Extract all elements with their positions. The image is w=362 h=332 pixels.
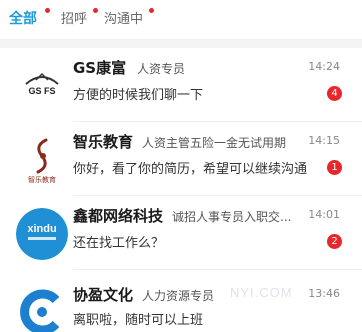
contact-role: 诚招人事专员入职交...: [172, 210, 292, 224]
tab-communicating-label: 沟通中: [104, 12, 144, 27]
svg-text:GS FS: GS FS: [28, 86, 55, 96]
svg-text:xindu: xindu: [27, 223, 56, 235]
xindu-network-logo-icon: xindu: [16, 208, 68, 260]
message-preview: 还在找工作么？: [73, 236, 165, 251]
row-divider: [73, 121, 362, 122]
svg-text:智乐教育: 智乐教育: [28, 175, 56, 184]
tab-communicating-unread-dot: [149, 8, 154, 13]
contact-company-name: 鑫都网络科技: [73, 207, 164, 225]
contact-role: 人资主管五险一金无试用期: [142, 136, 287, 150]
message-time: 13:46: [308, 287, 340, 300]
unread-count-badge: 4: [327, 86, 342, 101]
tab-greetings-unread-dot: [93, 8, 98, 13]
tab-all[interactable]: 全部: [9, 8, 50, 28]
section-gap: [0, 40, 362, 48]
message-preview: 离职啦，随时可以上班: [73, 313, 204, 328]
contact-company-name: 智乐教育: [73, 133, 134, 151]
watermark: NYI.COM: [230, 285, 293, 300]
tab-greetings-label: 招呼: [61, 12, 88, 27]
message-time: 14:24: [308, 60, 340, 73]
gs-kangfu-logo-icon: GS FS: [16, 60, 68, 112]
tab-communicating[interactable]: 沟通中: [104, 8, 154, 27]
zhile-education-logo-icon: 智乐教育: [16, 134, 68, 186]
tab-greetings[interactable]: 招呼: [61, 8, 98, 27]
unread-count-badge: 1: [327, 160, 342, 175]
contact-role: 人资专员: [137, 62, 186, 76]
row-divider: [73, 269, 362, 270]
message-preview: 你好，看了你的简历，希望可以继续沟通: [73, 162, 308, 177]
conversation-item[interactable]: xindu 鑫都网络科技 诚招人事专员入职交... 14:01 还在找工作么？ …: [0, 198, 362, 270]
contact-company-name: 协盈文化: [73, 286, 134, 304]
message-time: 14:01: [308, 208, 340, 221]
conversation-tab-bar: 全部 招呼 沟通中: [0, 0, 362, 40]
contact-company-name: GS康富: [73, 59, 127, 77]
row-divider: [73, 195, 362, 196]
contact-role: 人力资源专员: [142, 289, 215, 303]
tab-all-unread-dot: [45, 8, 50, 13]
conversation-item[interactable]: 协盈文化 人力资源专员 13:46 离职啦，随时可以上班: [0, 276, 362, 332]
conversation-item[interactable]: GS FS GS康富 人资专员 14:24 方便的时候我们聊一下 4: [0, 50, 362, 122]
conversation-item[interactable]: 智乐教育 智乐教育 人资主管五险一金无试用期 14:15 你好，看了你的简历，希…: [0, 124, 362, 196]
xieying-culture-logo-icon: [16, 286, 68, 332]
message-preview: 方便的时候我们聊一下: [73, 88, 204, 103]
unread-count-badge: 2: [327, 234, 342, 249]
message-time: 14:15: [308, 134, 340, 147]
tab-all-label: 全部: [9, 11, 37, 27]
